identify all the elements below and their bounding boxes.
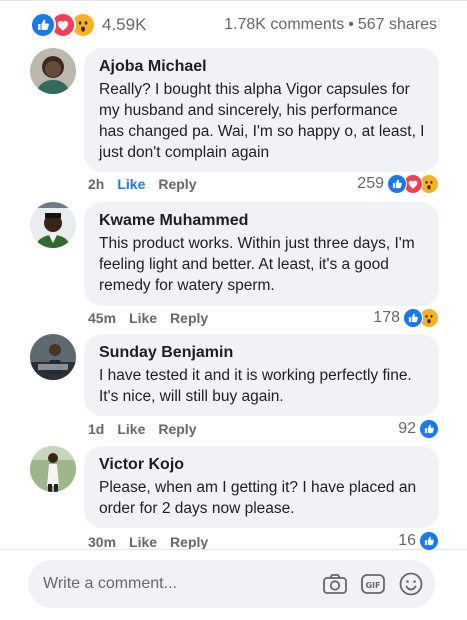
comment-reactions[interactable]: 178 xyxy=(373,308,439,328)
comments-count[interactable]: 1.78K comments xyxy=(224,16,344,33)
comment-item: Victor Kojo Please, when am I getting it… xyxy=(30,446,439,551)
gif-icon[interactable]: GIF xyxy=(359,570,387,598)
comment-text: I have tested it and it is working perfe… xyxy=(99,367,412,405)
camera-icon[interactable] xyxy=(321,570,349,598)
like-icon xyxy=(419,419,439,439)
reply-link[interactable]: Reply xyxy=(158,176,196,192)
avatar[interactable] xyxy=(30,446,76,492)
comment-bubble: Kwame Muhammed This product works. Withi… xyxy=(84,202,439,306)
comment-actions: 30m Like Reply xyxy=(88,534,208,550)
post-stats-bar: 4.59K 1.78K comments • 567 shares xyxy=(30,12,437,38)
avatar[interactable] xyxy=(30,202,76,248)
svg-text:GIF: GIF xyxy=(365,581,380,590)
comment-bubble: Ajoba Michael Really? I bought this alph… xyxy=(84,48,439,172)
reply-link[interactable]: Reply xyxy=(170,534,208,550)
like-link[interactable]: Like xyxy=(129,310,157,326)
comment-text: Please, when am I getting it? I have pla… xyxy=(99,479,417,517)
composer-divider xyxy=(0,549,467,550)
reaction-summary[interactable]: 4.59K xyxy=(30,12,146,38)
like-link[interactable]: Like xyxy=(117,421,145,437)
comment-time[interactable]: 2h xyxy=(88,176,104,192)
reply-link[interactable]: Reply xyxy=(170,310,208,326)
comment-author[interactable]: Victor Kojo xyxy=(99,455,425,475)
like-icon xyxy=(30,12,56,38)
like-icon xyxy=(387,174,407,194)
emoji-icon[interactable] xyxy=(397,570,425,598)
reactions-count: 4.59K xyxy=(102,15,147,34)
comment-author[interactable]: Sunday Benjamin xyxy=(99,343,425,363)
comment-author[interactable]: Kwame Muhammed xyxy=(99,211,425,231)
comment-item: Kwame Muhammed This product works. Withi… xyxy=(30,202,439,330)
like-icon xyxy=(403,308,423,328)
separator-dot: • xyxy=(348,16,354,33)
comments-shares: 1.78K comments • 567 shares xyxy=(224,16,437,34)
comment-author[interactable]: Ajoba Michael xyxy=(99,57,425,77)
comment-actions: 2h Like Reply xyxy=(88,176,196,192)
comment-reaction-count: 92 xyxy=(398,420,416,437)
comment-time[interactable]: 45m xyxy=(88,310,116,326)
like-link[interactable]: Like xyxy=(117,176,145,192)
comment-bubble: Sunday Benjamin I have tested it and it … xyxy=(84,334,439,416)
comment-reactions[interactable]: 92 xyxy=(398,419,439,439)
comment-item: Sunday Benjamin I have tested it and it … xyxy=(30,334,439,442)
comment-reaction-count: 259 xyxy=(357,175,384,192)
avatar[interactable] xyxy=(30,334,76,380)
like-icon xyxy=(419,531,439,551)
comment-actions: 1d Like Reply xyxy=(88,421,196,437)
shares-count[interactable]: 567 shares xyxy=(358,16,437,33)
comment-time[interactable]: 30m xyxy=(88,534,116,550)
comment-actions: 45m Like Reply xyxy=(88,310,208,326)
top-divider xyxy=(0,0,467,1)
comment-reaction-count: 178 xyxy=(373,309,400,326)
reply-link[interactable]: Reply xyxy=(158,421,196,437)
comment-text: This product works. Within just three da… xyxy=(99,235,415,294)
comment-item: Ajoba Michael Really? I bought this alph… xyxy=(30,48,439,196)
comment-composer[interactable]: Write a comment... GIF xyxy=(28,560,435,608)
comment-bubble: Victor Kojo Please, when am I getting it… xyxy=(84,446,439,528)
comment-reactions[interactable]: 16 xyxy=(398,531,439,551)
avatar[interactable] xyxy=(30,48,76,94)
like-link[interactable]: Like xyxy=(129,534,157,550)
comment-text: Really? I bought this alpha Vigor capsul… xyxy=(99,81,425,161)
comment-reactions[interactable]: 259 xyxy=(357,174,439,194)
comment-reaction-count: 16 xyxy=(398,532,416,549)
comment-input[interactable]: Write a comment... xyxy=(43,575,311,593)
comment-time[interactable]: 1d xyxy=(88,421,104,437)
